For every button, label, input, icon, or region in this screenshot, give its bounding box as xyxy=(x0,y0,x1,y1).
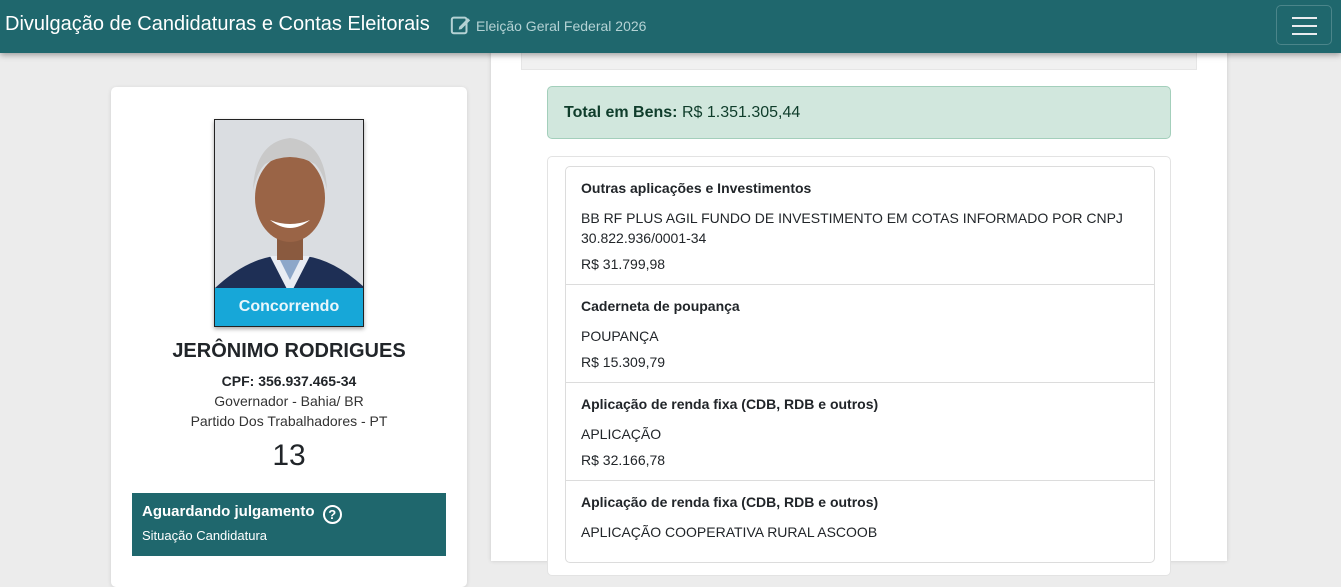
total-assets-value: R$ 1.351.305,44 xyxy=(681,104,801,121)
asset-type: Aplicação de renda fixa (CDB, RDB e outr… xyxy=(581,494,879,510)
candidate-status-ribbon: Concorrendo xyxy=(215,288,363,326)
candidate-number: 13 xyxy=(272,439,306,472)
menu-toggle-button[interactable] xyxy=(1276,5,1332,45)
candidate-party: Partido Dos Trabalhadores - PT xyxy=(190,413,388,429)
election-label: Eleição Geral Federal 2026 xyxy=(476,18,647,34)
asset-value: R$ 15.309,79 xyxy=(581,354,666,370)
candidacy-status-title: Aguardando julgamento ? xyxy=(142,503,436,524)
candidate-photo: Concorrendo xyxy=(214,119,364,327)
list-item[interactable]: Aplicação de renda fixa (CDB, RDB e outr… xyxy=(566,481,1154,562)
asset-description: APLICAÇÃO COOPERATIVA RURAL ASCOOB xyxy=(581,524,878,540)
candidate-cpf: CPF: 356.937.465-34 xyxy=(221,373,357,389)
asset-value: R$ 32.166,78 xyxy=(581,452,666,468)
asset-description: POUPANÇA xyxy=(581,328,659,344)
candidacy-status-text: Aguardando julgamento xyxy=(142,503,315,520)
asset-description: APLICAÇÃO xyxy=(581,426,662,442)
edit-icon xyxy=(450,16,471,35)
total-assets-box: Total em Bens: R$ 1.351.305,44 xyxy=(547,86,1171,139)
asset-description: BB RF PLUS AGIL FUNDO DE INVESTIMENTO EM… xyxy=(581,210,1123,246)
assets-panel: Total em Bens: R$ 1.351.305,44 Outras ap… xyxy=(491,0,1227,576)
assets-card: Outras aplicações e Investimentos BB RF … xyxy=(547,156,1171,576)
menu-icon-bar xyxy=(1292,33,1317,35)
candidacy-status-subtitle: Situação Candidatura xyxy=(142,528,268,543)
candidacy-status-box: Aguardando julgamento ? Situação Candida… xyxy=(132,493,446,556)
list-item[interactable]: Caderneta de poupança POUPANÇA R$ 15.309… xyxy=(566,285,1154,383)
total-assets-label: Total em Bens: xyxy=(564,104,678,121)
asset-type: Caderneta de poupança xyxy=(581,298,740,314)
candidate-name: JERÔNIMO RODRIGUES xyxy=(172,340,406,362)
help-icon[interactable]: ? xyxy=(322,505,342,524)
candidate-office: Governador - Bahia/ BR xyxy=(214,393,364,409)
panel-header-strip xyxy=(521,53,1197,70)
list-item[interactable]: Aplicação de renda fixa (CDB, RDB e outr… xyxy=(566,383,1154,481)
asset-type: Outras aplicações e Investimentos xyxy=(581,180,812,196)
app-title[interactable]: Divulgação de Candidaturas e Contas Elei… xyxy=(5,13,430,36)
top-navbar: Divulgação de Candidaturas e Contas Elei… xyxy=(0,0,1341,53)
asset-list: Outras aplicações e Investimentos BB RF … xyxy=(565,166,1155,563)
asset-value: R$ 31.799,98 xyxy=(581,256,666,272)
asset-type: Aplicação de renda fixa (CDB, RDB e outr… xyxy=(581,396,879,412)
menu-icon-bar xyxy=(1292,25,1317,27)
menu-icon xyxy=(1292,17,1317,19)
list-item[interactable]: Outras aplicações e Investimentos BB RF … xyxy=(566,167,1154,285)
candidate-card: Concorrendo JERÔNIMO RODRIGUES CPF: 356.… xyxy=(111,87,467,587)
